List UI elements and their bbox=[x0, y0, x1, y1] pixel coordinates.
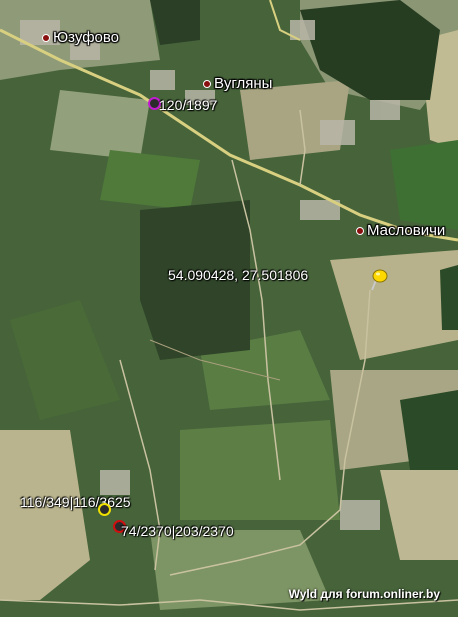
place-label-yuzufovo[interactable]: Юзуфово bbox=[42, 29, 119, 46]
place-marker-icon bbox=[356, 226, 364, 235]
watermark-text: Wyld для forum.onliner.by bbox=[288, 587, 440, 601]
placemark-red-label: 74/2370|203/2370 bbox=[121, 523, 234, 539]
place-name: Масловичи bbox=[367, 222, 446, 239]
placemark-yellow-icon[interactable] bbox=[98, 503, 111, 516]
place-name: Вугляны bbox=[214, 75, 273, 92]
place-label-maslovichi[interactable]: Масловичи bbox=[356, 222, 445, 239]
pushpin-icon[interactable] bbox=[366, 268, 388, 294]
place-marker-icon bbox=[42, 33, 50, 42]
satellite-map[interactable]: Юзуфово Вугляны Масловичи 120/1897 54.09… bbox=[0, 0, 458, 617]
place-name: Юзуфово bbox=[53, 29, 120, 46]
place-marker-icon bbox=[203, 79, 211, 88]
place-label-vuglyany[interactable]: Вугляны bbox=[203, 75, 272, 92]
placemark-magenta-label: 120/1897 bbox=[159, 97, 218, 113]
placemark-yellow-label: 116/349|116/3625 bbox=[20, 494, 131, 510]
pin-coordinates-label: 54.090428, 27.501806 bbox=[168, 267, 309, 283]
